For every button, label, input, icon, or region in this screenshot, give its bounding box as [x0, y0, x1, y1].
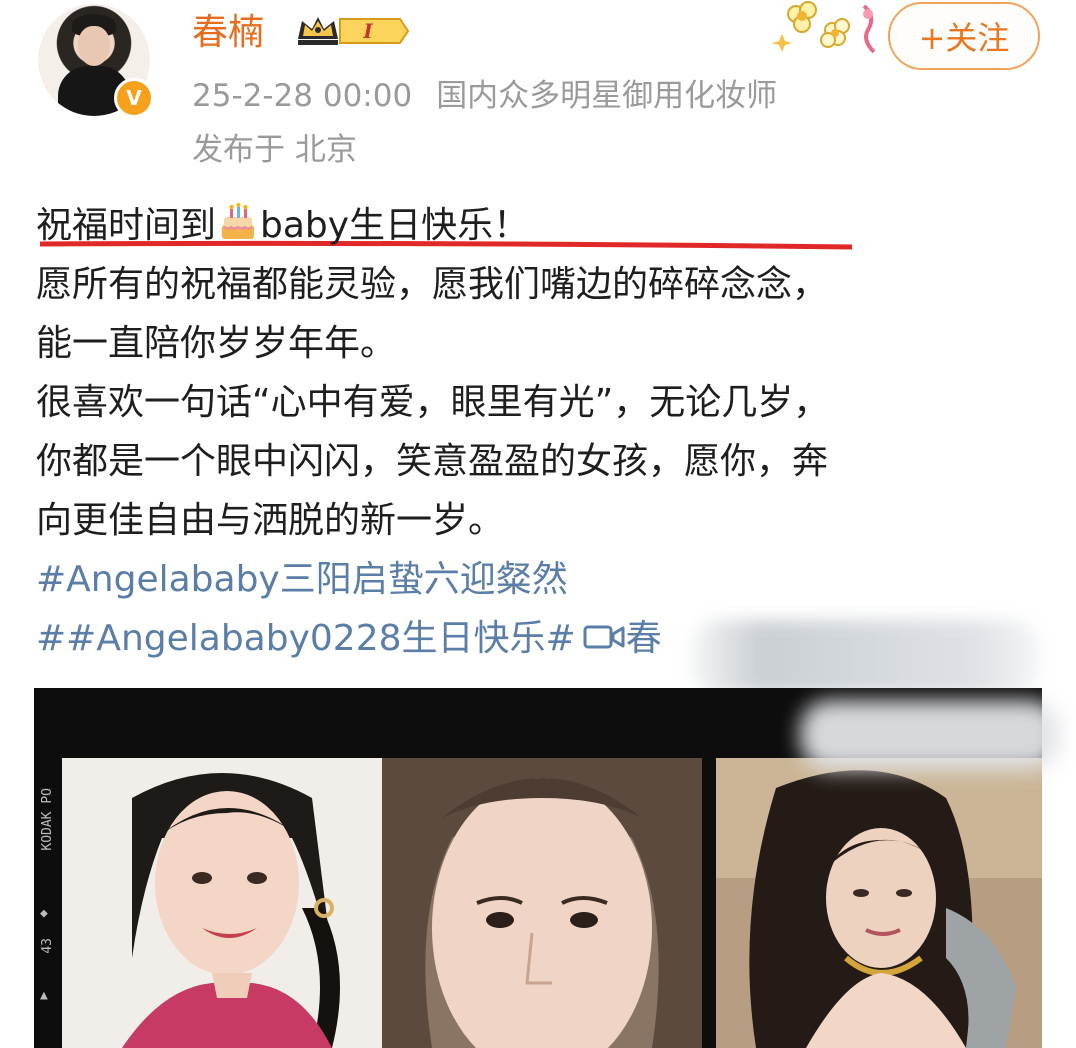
- blurred-redaction: [690, 620, 1040, 694]
- photo-3-image: [716, 758, 1042, 1048]
- hashtag-link-2[interactable]: ##Angelababy0228生日快乐#: [36, 618, 576, 659]
- birthday-cake-icon: [222, 203, 255, 239]
- photo-1-image: [62, 758, 392, 1048]
- post-meta: 25-2-28 00:00 国内众多明星御用化妆师: [192, 70, 777, 115]
- post-line-2: 愿所有的祝福都能灵验，愿我们嘴边的碎碎念念，: [36, 264, 829, 305]
- video-link-text[interactable]: 春: [626, 618, 662, 659]
- post-line-1-a: 祝福时间到: [36, 205, 217, 246]
- level-crown-badge-icon[interactable]: I: [294, 13, 410, 49]
- post-body: 祝福时间到 baby生日快乐！ 愿所有的祝福都能灵验，愿我们嘴边的碎碎念念， 能…: [36, 196, 1046, 668]
- photo-2[interactable]: [382, 758, 702, 1048]
- follow-button[interactable]: +关注: [888, 2, 1040, 70]
- post-location: 发布于 北京: [192, 132, 357, 168]
- level-text: I: [362, 19, 373, 43]
- post-line-4: 很喜欢一句话“心中有爱，眼里有光”，无论几岁，: [36, 382, 830, 423]
- film-marker-icon-2: ▲: [40, 988, 48, 1003]
- post-line-3: 能一直陪你岁岁年年。: [36, 323, 397, 364]
- user-description: 国内众多明星御用化妆师: [436, 78, 778, 114]
- post-line-6: 向更佳自由与洒脱的新一岁。: [36, 500, 505, 541]
- post-line-5: 你都是一个眼中闪闪，笑意盈盈的女孩，愿你，奔: [36, 441, 829, 482]
- photo-3[interactable]: [716, 758, 1042, 1048]
- post-line-1: 祝福时间到 baby生日快乐！: [36, 196, 1046, 255]
- video-icon[interactable]: [582, 622, 626, 652]
- photo-1[interactable]: [62, 758, 392, 1048]
- film-marker-icon: ◆: [40, 906, 48, 921]
- hashtag-link-1[interactable]: #Angelababy三阳启蛰六迎粲然: [36, 550, 1046, 609]
- film-brand-text: KODAK PO: [40, 788, 55, 851]
- post-line-1-b: baby生日快乐！: [260, 205, 530, 246]
- username[interactable]: 春楠: [192, 6, 264, 60]
- avatar-face: [78, 26, 110, 66]
- blurred-redaction-2: [800, 700, 1060, 770]
- post-timestamp: 25-2-28 00:00: [192, 78, 413, 114]
- flower-sticker-icon: [772, 1, 876, 54]
- verified-badge-icon: V: [114, 78, 154, 118]
- photo-2-image: [382, 758, 702, 1048]
- film-edge-label: KODAK PO ◆ 43 ▲: [40, 788, 62, 1018]
- film-number: 43: [40, 938, 55, 954]
